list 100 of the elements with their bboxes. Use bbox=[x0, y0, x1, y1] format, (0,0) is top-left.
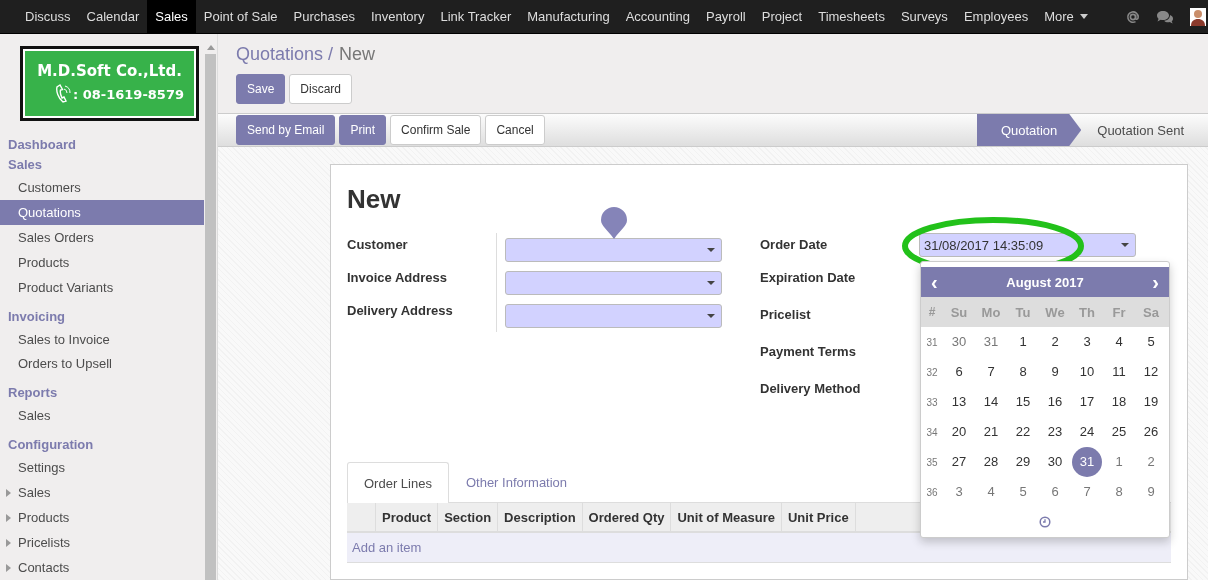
calendar-day[interactable]: 5 bbox=[1008, 477, 1038, 507]
calendar-day[interactable]: 3 bbox=[944, 477, 974, 507]
calendar-day[interactable]: 5 bbox=[1136, 327, 1166, 357]
calendar-day[interactable]: 14 bbox=[976, 387, 1006, 417]
sidebar-item[interactable]: Products bbox=[0, 249, 205, 275]
calendar-day[interactable]: 20 bbox=[944, 417, 974, 447]
calendar-day[interactable]: 27 bbox=[944, 447, 974, 477]
calendar-day[interactable]: 22 bbox=[1008, 417, 1038, 447]
calendar-day[interactable]: 1 bbox=[1104, 447, 1134, 477]
menu-item[interactable]: Surveys bbox=[892, 0, 956, 33]
calendar-day[interactable]: 21 bbox=[976, 417, 1006, 447]
calendar-day[interactable]: 31 bbox=[1072, 447, 1102, 477]
clock-icon[interactable] bbox=[1039, 516, 1051, 528]
previous-month-button[interactable]: ‹ bbox=[931, 270, 938, 294]
calendar-day[interactable]: 3 bbox=[1072, 327, 1102, 357]
calendar-day[interactable]: 13 bbox=[944, 387, 974, 417]
sidebar-item[interactable]: Sales Orders bbox=[0, 224, 205, 250]
avatar-icon[interactable] bbox=[1190, 7, 1206, 26]
column-header[interactable]: Ordered Qty bbox=[581, 503, 671, 531]
sidebar-item[interactable]: Products bbox=[0, 505, 205, 531]
column-header[interactable]: Section bbox=[437, 503, 498, 531]
calendar-day[interactable]: 6 bbox=[944, 357, 974, 387]
chat-icon[interactable] bbox=[1156, 9, 1174, 24]
menu-item[interactable]: Calendar bbox=[78, 0, 148, 33]
column-header[interactable]: Unit Price bbox=[781, 503, 855, 531]
calendar-day[interactable]: 7 bbox=[1072, 477, 1102, 507]
menu-item[interactable]: Discuss bbox=[17, 0, 79, 33]
at-icon[interactable] bbox=[1126, 9, 1140, 24]
menu-item[interactable]: Link Tracker bbox=[432, 0, 520, 33]
menu-item[interactable]: Purchases bbox=[285, 0, 363, 33]
breadcrumb-link[interactable]: Quotations / bbox=[236, 44, 334, 65]
calendar-day[interactable]: 10 bbox=[1072, 357, 1102, 387]
dropdown-field[interactable] bbox=[505, 237, 722, 262]
action-button[interactable]: Cancel bbox=[485, 115, 545, 145]
calendar-day[interactable]: 23 bbox=[1040, 417, 1070, 447]
calendar-day[interactable]: 29 bbox=[1008, 447, 1038, 477]
tab[interactable]: Order Lines bbox=[347, 462, 449, 503]
menu-item[interactable]: Employees bbox=[955, 0, 1037, 33]
action-button[interactable]: Confirm Sale bbox=[390, 115, 482, 145]
calendar-day[interactable]: 24 bbox=[1072, 417, 1102, 447]
calendar-day[interactable]: 2 bbox=[1040, 327, 1070, 357]
column-header[interactable]: Unit of Measure bbox=[670, 503, 781, 531]
calendar-day[interactable]: 18 bbox=[1104, 387, 1134, 417]
month-title[interactable]: August 2017 bbox=[1006, 274, 1084, 290]
calendar-day[interactable]: 11 bbox=[1104, 357, 1134, 387]
calendar-day[interactable]: 15 bbox=[1008, 387, 1038, 417]
discard-button[interactable]: Discard bbox=[289, 74, 353, 104]
date-field[interactable]: 31/08/2017 14:35:09 bbox=[919, 233, 1136, 257]
dropdown-field[interactable] bbox=[505, 270, 722, 295]
sidebar-item[interactable]: Orders to Upsell bbox=[0, 351, 205, 377]
menu-item[interactable]: Accounting bbox=[617, 0, 698, 33]
sidebar-item[interactable]: Product Variants bbox=[0, 274, 205, 300]
next-month-button[interactable]: › bbox=[1152, 270, 1159, 294]
status-step[interactable]: Quotation bbox=[976, 114, 1082, 146]
calendar-day[interactable]: 16 bbox=[1040, 387, 1070, 417]
save-button[interactable]: Save bbox=[236, 74, 286, 104]
tab[interactable]: Other Information bbox=[448, 462, 585, 502]
calendar-day[interactable]: 30 bbox=[1040, 447, 1070, 477]
sidebar-item[interactable]: Contacts bbox=[0, 555, 205, 580]
calendar-day[interactable]: 28 bbox=[976, 447, 1006, 477]
calendar-day[interactable]: 17 bbox=[1072, 387, 1102, 417]
menu-item[interactable]: Point of Sale bbox=[195, 0, 286, 33]
calendar-day[interactable]: 7 bbox=[976, 357, 1006, 387]
status-step[interactable]: Quotation Sent bbox=[1081, 114, 1208, 146]
calendar-day[interactable]: 26 bbox=[1136, 417, 1166, 447]
sidebar-item[interactable]: Pricelists bbox=[0, 530, 205, 556]
sidebar-item[interactable]: Customers bbox=[0, 174, 205, 200]
dropdown-field[interactable] bbox=[505, 303, 722, 328]
menu-item[interactable]: Project bbox=[753, 0, 811, 33]
sidebar-item[interactable]: Sales bbox=[0, 480, 205, 506]
calendar-day[interactable]: 31 bbox=[976, 327, 1006, 357]
column-header[interactable]: Product bbox=[375, 503, 438, 531]
action-button[interactable]: Send by Email bbox=[236, 115, 336, 145]
calendar-day[interactable]: 8 bbox=[1008, 357, 1038, 387]
calendar-day[interactable]: 9 bbox=[1136, 477, 1166, 507]
menu-item[interactable]: Manufacturing bbox=[519, 0, 618, 33]
add-item-link[interactable]: Add an item bbox=[352, 540, 422, 555]
field-label: Invoice Address bbox=[347, 266, 497, 299]
menu-item[interactable]: Timesheets bbox=[810, 0, 893, 33]
calendar-day[interactable]: 30 bbox=[944, 327, 974, 357]
calendar-day[interactable]: 19 bbox=[1136, 387, 1166, 417]
calendar-day[interactable]: 8 bbox=[1104, 477, 1134, 507]
sidebar-item[interactable]: Settings bbox=[0, 455, 205, 481]
calendar-day[interactable]: 25 bbox=[1104, 417, 1134, 447]
menu-item[interactable]: Inventory bbox=[362, 0, 433, 33]
calendar-day[interactable]: 9 bbox=[1040, 357, 1070, 387]
calendar-day[interactable]: 1 bbox=[1008, 327, 1038, 357]
sidebar-item[interactable]: Quotations bbox=[0, 199, 205, 225]
menu-item[interactable]: Sales bbox=[147, 0, 196, 33]
more-menu[interactable]: More bbox=[1036, 0, 1096, 33]
sidebar-item[interactable]: Sales bbox=[0, 403, 205, 429]
calendar-day[interactable]: 4 bbox=[1104, 327, 1134, 357]
calendar-day[interactable]: 4 bbox=[976, 477, 1006, 507]
calendar-day[interactable]: 2 bbox=[1136, 447, 1166, 477]
calendar-day[interactable]: 12 bbox=[1136, 357, 1166, 387]
menu-item[interactable]: Payroll bbox=[697, 0, 754, 33]
action-button[interactable]: Print bbox=[339, 115, 387, 145]
sidebar-item[interactable]: Sales to Invoice bbox=[0, 326, 205, 352]
column-header[interactable]: Description bbox=[497, 503, 582, 531]
calendar-day[interactable]: 6 bbox=[1040, 477, 1070, 507]
